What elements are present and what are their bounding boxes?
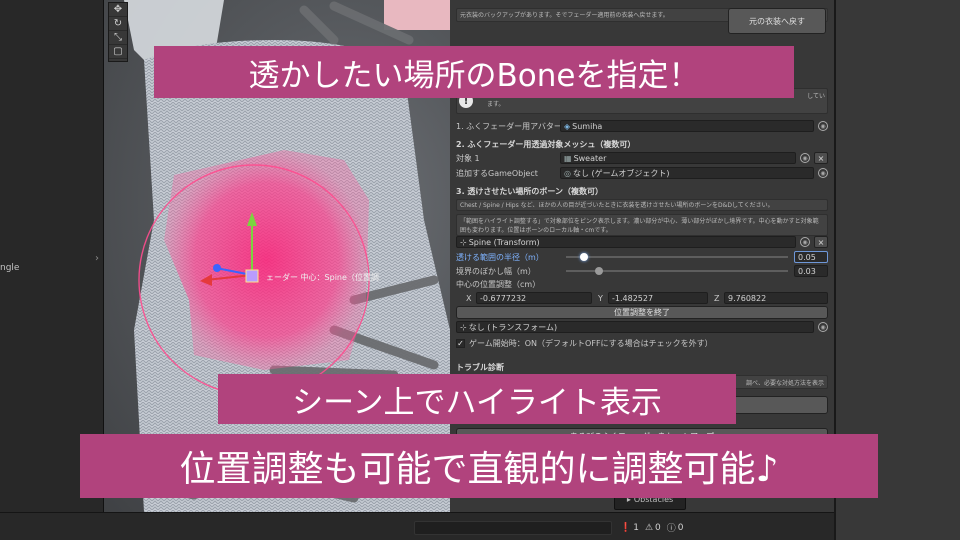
transform-field[interactable]: ⊹ なし (トランスフォーム) <box>456 321 814 333</box>
highlight-region <box>164 150 369 370</box>
error-icon: ❗ <box>620 522 632 533</box>
target-row: 対象 1 ▦ Sweater ◉ × <box>456 152 828 164</box>
center-header: 中心の位置調整（cm） <box>456 279 828 290</box>
target-value: Sweater <box>573 153 607 163</box>
avatar-picker-icon[interactable]: ◉ <box>818 121 828 131</box>
bone-picker-icon[interactable]: ◉ <box>800 237 810 247</box>
rotate-tool-icon[interactable]: ↻ <box>109 17 127 31</box>
restore-button[interactable]: 元の衣装へ戻す <box>728 8 826 34</box>
add-object-field[interactable]: ◎ なし (ゲームオブジェクト) <box>560 167 814 179</box>
blur-slider-track <box>566 267 788 275</box>
game-start-checkbox[interactable]: ✓ <box>456 339 465 348</box>
x-input[interactable]: -0.6777232 <box>476 292 592 304</box>
status-bar: ❗ 1 ⚠ 0 ⓘ 0 <box>0 512 834 540</box>
radius-slider-track <box>566 253 788 261</box>
game-start-row: ✓ ゲーム開始時：ON（デフォルトOFFにする場合はチェックを外す） <box>456 338 828 349</box>
game-start-label: ゲーム開始時：ON（デフォルトOFFにする場合はチェックを外す） <box>469 339 713 348</box>
transform-object-icon: ⊹ <box>460 322 467 332</box>
bone-field[interactable]: ⊹ Spine (Transform) <box>456 236 796 248</box>
warning-count[interactable]: ⚠ 0 <box>645 521 661 534</box>
range-description: 「範囲をハイライト調整する」で対象部位をピンク表示します。濃い部分が中心、薄い部… <box>456 214 828 236</box>
section3-header: 3. 透けさせたい場所のボーン（複数可） <box>456 186 828 197</box>
z-input[interactable]: 9.760822 <box>724 292 828 304</box>
blur-slider[interactable] <box>560 267 794 275</box>
finish-adjust-button[interactable]: 位置調整を終了 <box>456 306 828 319</box>
info-count[interactable]: ⓘ 0 <box>666 521 684 535</box>
x-label: X <box>466 293 472 303</box>
section2-title: 2. ふくフェーダー用透過対象メッシュ（複数可） <box>456 140 636 149</box>
z-label: Z <box>714 293 720 303</box>
add-object-picker-icon[interactable]: ◉ <box>818 168 828 178</box>
warning-icon: ⚠ <box>644 522 654 533</box>
collapse-chevron-icon[interactable]: › <box>95 253 99 264</box>
info-box-partial: ます。 <box>487 101 505 108</box>
target-label: 対象 1 <box>456 153 480 163</box>
remove-target-icon[interactable]: × <box>814 152 828 164</box>
scale-tool-icon[interactable]: ⤡ <box>109 31 127 45</box>
radius-slider[interactable] <box>560 253 794 261</box>
trouble-header: トラブル診断 <box>456 362 828 373</box>
gameobject-icon: ◎ <box>564 168 571 178</box>
y-label: Y <box>598 293 603 303</box>
transform-icon: ⊹ <box>460 237 467 247</box>
blur-label: 境界のぼかし幅（m） <box>456 266 536 276</box>
target-field[interactable]: ▦ Sweater <box>560 152 796 164</box>
bone-row: ⊹ Spine (Transform) ◉ × <box>456 236 828 248</box>
hierarchy-item-partial[interactable]: ngle <box>0 263 19 273</box>
gizmo-label: ェーダー 中心：Spine（位置調 <box>266 273 379 282</box>
scene-tool-bar: ✥ ↻ ⤡ ▢ <box>108 2 128 62</box>
info-box-right-partial: してい <box>807 93 825 100</box>
status-search-field[interactable] <box>414 521 612 535</box>
trouble-title: トラブル診断 <box>456 363 504 372</box>
add-object-row: 追加するGameObject ◎ なし (ゲームオブジェクト) ◉ <box>456 167 828 179</box>
console-counts: ❗ 1 ⚠ 0 ⓘ 0 <box>620 521 684 535</box>
avatar-row: 1. ふくフェーダー用アバター ◈ Sumiha ◉ <box>456 120 828 132</box>
caption-banner-middle: シーン上でハイライト表示 <box>218 374 736 424</box>
remove-bone-icon[interactable]: × <box>814 236 828 248</box>
avatar-field[interactable]: ◈ Sumiha <box>560 120 814 132</box>
target-picker-icon[interactable]: ◉ <box>800 153 810 163</box>
rect-tool-icon[interactable]: ▢ <box>109 45 127 59</box>
blur-slider-knob[interactable] <box>595 267 604 275</box>
transform-row: ⊹ なし (トランスフォーム) ◉ <box>456 321 828 333</box>
section2-header: 2. ふくフェーダー用透過対象メッシュ（複数可） <box>456 139 828 150</box>
bone-value: Spine (Transform) <box>468 237 540 247</box>
avatar-object-icon: ◈ <box>564 121 571 131</box>
radius-label: 透ける範囲の半径（m） <box>456 252 544 262</box>
bone-hint: Chest / Spine / Hips など、ほかの人の目が近づいたときに衣装… <box>456 199 828 211</box>
info-circle-icon: ⓘ <box>666 524 676 534</box>
error-count[interactable]: ❗ 1 <box>620 521 639 534</box>
blur-input[interactable]: 0.03 <box>794 265 828 277</box>
radius-row: 透ける範囲の半径（m） 0.05 <box>456 251 828 263</box>
center-xyz-row: X -0.6777232 Y -1.482527 Z 9.760822 <box>466 292 828 304</box>
radius-slider-knob[interactable] <box>579 253 588 261</box>
add-object-label: 追加するGameObject <box>456 168 538 178</box>
blur-row: 境界のぼかし幅（m） 0.03 <box>456 265 828 277</box>
section3-title: 3. 透けさせたい場所のボーン（複数可） <box>456 187 603 196</box>
transform-value: なし (トランスフォーム) <box>468 322 558 332</box>
trouble-note-text: 調べ、必要な対処方法を表示 <box>745 380 824 387</box>
avatar-value: Sumiha <box>572 121 603 131</box>
avatar-label: 1. ふくフェーダー用アバター <box>456 121 562 131</box>
center-label: 中心の位置調整（cm） <box>456 280 541 289</box>
radius-input[interactable]: 0.05 <box>794 251 828 263</box>
caption-banner-bottom: 位置調整も可能で直観的に調整可能♪ <box>80 434 878 498</box>
move-tool-icon[interactable]: ✥ <box>109 3 127 17</box>
caption-banner-top: 透かしたい場所のBoneを指定！ <box>154 46 794 98</box>
y-input[interactable]: -1.482527 <box>608 292 708 304</box>
add-object-value: なし (ゲームオブジェクト) <box>572 168 670 178</box>
mesh-object-icon: ▦ <box>564 153 572 163</box>
transform-picker-icon[interactable]: ◉ <box>818 322 828 332</box>
